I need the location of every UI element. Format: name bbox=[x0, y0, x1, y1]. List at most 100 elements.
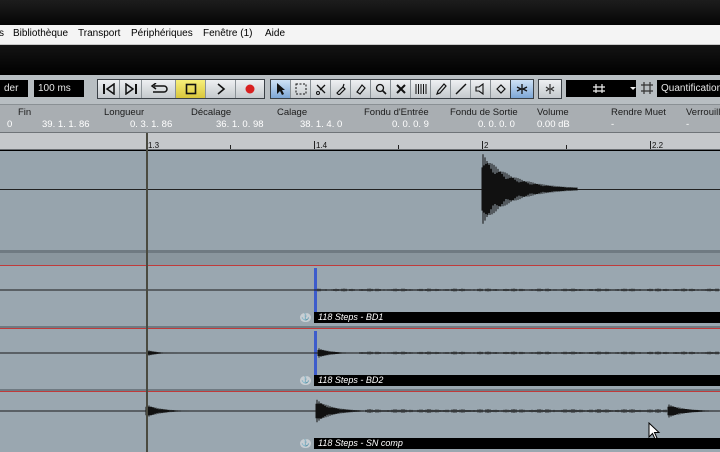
go-to-start-icon bbox=[102, 83, 115, 95]
erase-tool-button[interactable] bbox=[351, 80, 371, 98]
mute-tool-icon bbox=[395, 84, 406, 94]
tools-group bbox=[270, 79, 512, 99]
ruler-label: 2.2 bbox=[652, 141, 664, 150]
info-header-longueur: Longueur bbox=[104, 107, 145, 118]
zoom-tool-button[interactable] bbox=[371, 80, 391, 98]
crossfade-button[interactable] bbox=[539, 80, 561, 98]
info-line: Fin Longueur Décalage Calage Fondu d'Ent… bbox=[0, 105, 720, 133]
glue-tool-icon bbox=[335, 83, 346, 95]
crossfade-group bbox=[538, 79, 562, 99]
audio-track-2[interactable]: ⚓ 118 Steps - BD2 bbox=[0, 329, 720, 389]
erase-tool-icon bbox=[355, 84, 366, 95]
go-to-end-button[interactable] bbox=[120, 80, 142, 98]
go-to-start-button[interactable] bbox=[98, 80, 120, 98]
record-button[interactable] bbox=[236, 80, 264, 98]
audio-track-1[interactable]: ⚓ 118 Steps - BD1 bbox=[0, 266, 720, 326]
grid-icon-button[interactable] bbox=[640, 81, 654, 95]
track-1-waveform bbox=[0, 288, 720, 292]
zoom-tool-icon bbox=[375, 83, 387, 95]
event-label[interactable]: 118 Steps - BD2 bbox=[314, 375, 720, 386]
track-2-waveform bbox=[0, 348, 720, 358]
color-tool-icon bbox=[496, 84, 506, 94]
mode-dropdown[interactable]: der bbox=[0, 80, 28, 97]
color-tool-button[interactable] bbox=[491, 80, 511, 98]
project-cursor[interactable] bbox=[146, 133, 148, 452]
anchor-icon: ⚓ bbox=[300, 376, 311, 385]
info-value-fondu-sortie[interactable]: 0. 0. 0. 0 bbox=[478, 119, 515, 130]
audio-track-3[interactable]: ⚓ 118 Steps - SN comp bbox=[0, 392, 720, 452]
project-toolbar: der 100 ms Quantification bbox=[0, 75, 720, 105]
play-icon bbox=[216, 83, 225, 95]
sample-waveform bbox=[481, 154, 578, 224]
info-value-decalage[interactable]: 36. 1. 0. 98 bbox=[216, 119, 264, 130]
crossfade-icon bbox=[545, 84, 555, 94]
track-3-waveform bbox=[0, 399, 720, 423]
time-warp-tool-icon bbox=[415, 84, 426, 94]
info-value-start[interactable]: 0 bbox=[7, 119, 12, 130]
menu-item-peripheriques[interactable]: Périphériques bbox=[131, 28, 193, 39]
stop-icon bbox=[185, 83, 196, 95]
line-tool-button[interactable] bbox=[451, 80, 471, 98]
info-value-verrouille[interactable]: - bbox=[686, 119, 689, 130]
speaker-tool-icon bbox=[474, 83, 484, 95]
menu-item-fenetre[interactable]: Fenêtre (1) bbox=[203, 28, 252, 39]
range-tool-button[interactable] bbox=[291, 80, 311, 98]
cycle-button[interactable] bbox=[142, 80, 176, 98]
draw-tool-icon bbox=[435, 83, 447, 95]
snap-button[interactable] bbox=[511, 80, 533, 98]
grid-icon bbox=[593, 84, 636, 93]
event-label[interactable]: 118 Steps - BD1 bbox=[314, 312, 720, 323]
play-button[interactable] bbox=[206, 80, 236, 98]
info-value-longueur[interactable]: 0. 3. 1. 86 bbox=[130, 119, 172, 130]
anchor-icon: ⚓ bbox=[300, 313, 311, 322]
info-value-volume[interactable]: 0.00 dB bbox=[537, 119, 570, 130]
ruler-label: 1.4 bbox=[316, 141, 328, 150]
menu-item-aide[interactable]: Aide bbox=[265, 28, 285, 39]
line-tool-icon bbox=[455, 83, 466, 95]
split-tool-icon bbox=[315, 84, 325, 95]
info-value-calage[interactable]: 38. 1. 4. 0 bbox=[300, 119, 342, 130]
timeline-ruler[interactable]: 1.3 1.4 2 2.2 bbox=[0, 133, 720, 150]
mouse-pointer-icon bbox=[648, 422, 661, 440]
anchor-icon: ⚓ bbox=[300, 439, 311, 448]
ruler-label: 1.3 bbox=[148, 141, 160, 150]
cycle-icon bbox=[150, 83, 168, 93]
mute-tool-button[interactable] bbox=[391, 80, 411, 98]
go-to-end-icon bbox=[124, 83, 137, 95]
snap-icon bbox=[516, 84, 528, 94]
range-tool-icon bbox=[295, 83, 306, 95]
transport-group bbox=[97, 79, 265, 99]
grid-type-dropdown[interactable] bbox=[566, 80, 636, 97]
info-value-fondu-entree[interactable]: 0. 0. 0. 9 bbox=[392, 119, 429, 130]
track-area[interactable]: ⚓ 118 Steps - BD1 ⚓ 118 Steps - BD2 ⚓ 11… bbox=[0, 151, 720, 452]
menu-bar: s Bibliothèque Transport Périphériques F… bbox=[0, 25, 720, 45]
info-header-verrouille: Verrouill bbox=[686, 107, 720, 118]
snap-group bbox=[510, 79, 534, 99]
window-titlebar bbox=[0, 0, 720, 25]
info-header-decalage: Décalage bbox=[191, 107, 232, 118]
sample-lane[interactable] bbox=[0, 151, 720, 250]
info-header-fondu-entree: Fondu d'Entrée bbox=[364, 107, 429, 118]
info-value-rendre-muet[interactable]: - bbox=[611, 119, 614, 130]
draw-tool-button[interactable] bbox=[431, 80, 451, 98]
grid-icon bbox=[641, 82, 653, 94]
menu-item-bibliotheque[interactable]: Bibliothèque bbox=[13, 28, 68, 39]
record-icon bbox=[245, 84, 255, 94]
quantize-dropdown[interactable]: Quantification bbox=[657, 80, 720, 97]
preroll-field[interactable]: 100 ms bbox=[34, 80, 84, 97]
info-header-rendre-muet: Rendre Muet bbox=[611, 107, 666, 118]
stop-button[interactable] bbox=[176, 80, 206, 98]
speaker-tool-button[interactable] bbox=[471, 80, 491, 98]
ruler-label: 2 bbox=[484, 141, 489, 150]
info-header-fondu-sortie: Fondu de Sortie bbox=[450, 107, 518, 118]
menu-item-transport[interactable]: Transport bbox=[78, 28, 120, 39]
menu-item-fichier[interactable]: s bbox=[0, 28, 4, 39]
time-warp-tool-button[interactable] bbox=[411, 80, 431, 98]
arrow-tool-icon bbox=[276, 83, 285, 95]
info-header-fin: Fin bbox=[18, 107, 32, 118]
split-tool-button[interactable] bbox=[311, 80, 331, 98]
info-header-calage: Calage bbox=[277, 107, 308, 118]
info-value-fin[interactable]: 39. 1. 1. 86 bbox=[42, 119, 90, 130]
glue-tool-button[interactable] bbox=[331, 80, 351, 98]
arrow-tool-button[interactable] bbox=[271, 80, 291, 98]
